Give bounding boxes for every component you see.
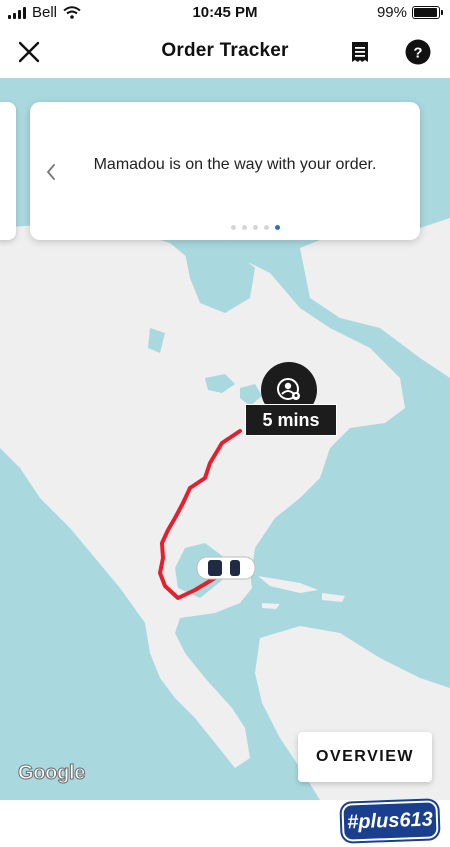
help-button[interactable]: ? [404,38,432,66]
nav-bar: Order Tracker ? [0,26,450,78]
car-icon [196,556,256,580]
overview-button[interactable]: OVERVIEW [298,732,432,782]
map-view[interactable]: Mamadou is on the way with your order. 5… [0,78,450,800]
help-icon: ? [405,39,431,65]
pagination-dots [30,225,420,230]
watermark-badge: #plus613 [343,802,437,840]
courier-icon [277,378,300,400]
eta-badge: 5 mins [245,404,337,436]
previous-card-peek[interactable] [0,102,16,240]
svg-text:?: ? [413,45,422,62]
status-right: 99% [376,4,443,21]
status-bar: Bell 10:45 PM 99% [0,0,450,26]
page-dot [263,225,269,230]
status-card[interactable]: Mamadou is on the way with your order. [30,102,420,240]
page-dot-active [274,225,280,230]
receipt-icon [352,42,368,62]
receipt-button[interactable] [346,38,374,66]
status-message: Mamadou is on the way with your order. [93,156,377,173]
page-dot [241,225,247,230]
page-dot [252,225,258,230]
battery-percent: 99% [376,4,407,21]
battery-icon [412,6,443,19]
google-attribution: Google [17,762,86,785]
page-title: Order Tracker [161,40,289,61]
chevron-left-icon[interactable] [44,162,58,182]
page-dot [230,225,236,230]
